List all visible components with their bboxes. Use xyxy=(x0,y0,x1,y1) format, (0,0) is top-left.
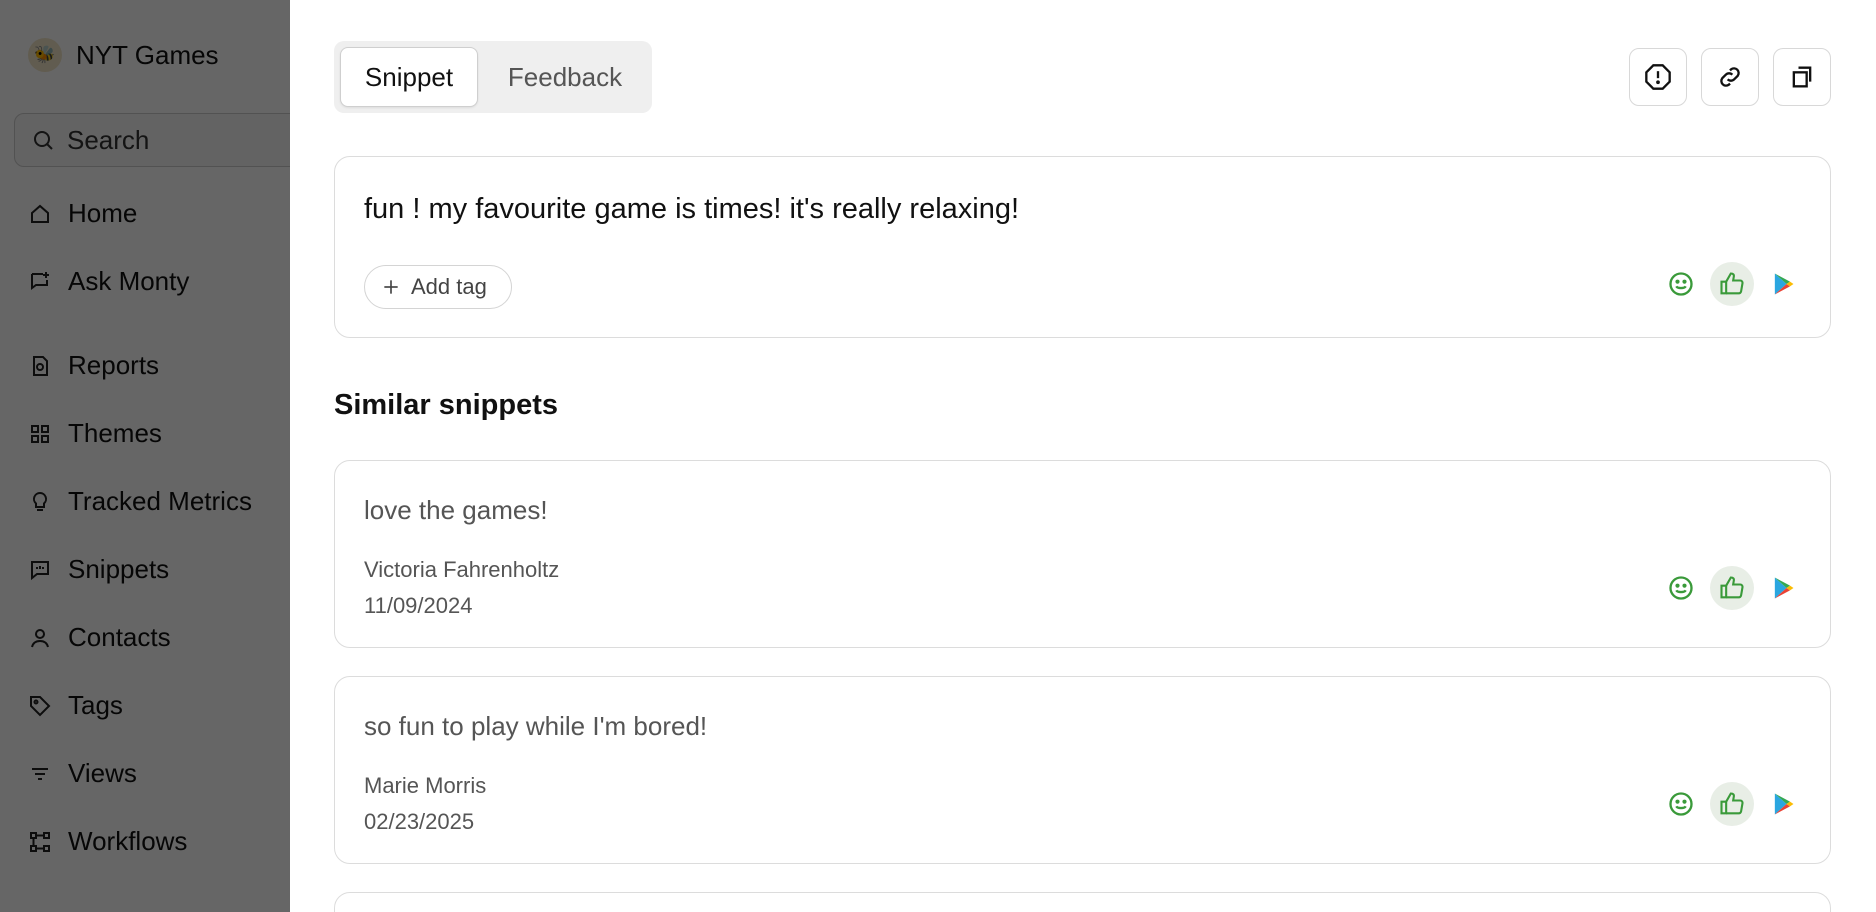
link-icon xyxy=(1720,67,1740,87)
snippet-indicators xyxy=(1660,566,1804,610)
sidebar-item-tracked-metrics[interactable]: Tracked Metrics xyxy=(28,486,252,517)
tab-feedback[interactable]: Feedback xyxy=(484,47,646,107)
add-tag-button[interactable]: Add tag xyxy=(364,265,512,309)
google-play-icon xyxy=(1762,567,1804,609)
report-issue-icon xyxy=(1645,64,1671,90)
search-icon xyxy=(34,131,53,150)
smiley-icon xyxy=(1660,263,1702,305)
sidebar-item-label: Themes xyxy=(68,418,162,448)
similar-snippet-card[interactable] xyxy=(334,892,1831,912)
report-issue-button[interactable] xyxy=(1629,48,1687,106)
sidebar-item-label: Views xyxy=(68,758,137,788)
thumbs-up-icon xyxy=(1710,782,1754,826)
report-icon xyxy=(33,355,48,376)
similar-snippet-date: 02/23/2025 xyxy=(364,809,475,834)
sidebar: 🐝 NYT Games Search Home Ask Monty Report… xyxy=(0,0,314,912)
workspace-name: NYT Games xyxy=(76,39,219,70)
similar-snippet-card[interactable]: so fun to play while I'm bored! Marie Mo… xyxy=(334,676,1831,864)
sidebar-item-workflows[interactable]: Workflows xyxy=(28,826,187,857)
similar-snippet-text: love the games! xyxy=(364,495,548,525)
google-play-icon xyxy=(1762,783,1804,825)
sidebar-item-reports[interactable]: Reports xyxy=(28,350,159,381)
similar-snippet-date: 11/09/2024 xyxy=(364,593,473,618)
copy-button[interactable] xyxy=(1773,48,1831,106)
grid-icon xyxy=(31,424,49,443)
tab-bar: Snippet Feedback xyxy=(334,41,652,113)
similar-snippet-author: Victoria Fahrenholtz xyxy=(364,557,560,582)
sidebar-item-label: Snippets xyxy=(68,554,170,584)
sidebar-item-label: Tags xyxy=(68,690,123,720)
snippet-detail-panel: Snippet Feedback fun ! my favourite game… xyxy=(290,0,1876,912)
sidebar-item-ask-monty[interactable]: Ask Monty xyxy=(28,266,189,297)
similar-snippet-text: so fun to play while I'm bored! xyxy=(364,711,708,741)
workflow-icon xyxy=(30,831,50,852)
sidebar-item-label: Reports xyxy=(68,350,160,380)
copy-link-button[interactable] xyxy=(1701,48,1759,106)
thumbs-up-icon xyxy=(1710,566,1754,610)
tag-icon xyxy=(30,695,51,716)
sidebar-item-label: Ask Monty xyxy=(68,266,190,296)
snippet-indicators xyxy=(1660,782,1804,826)
similar-snippet-card[interactable]: love the games! Victoria Fahrenholtz 11/… xyxy=(334,460,1831,648)
person-icon xyxy=(31,628,49,647)
sidebar-item-views[interactable]: Views xyxy=(28,758,137,789)
chat-plus-icon xyxy=(31,271,49,290)
sidebar-item-contacts[interactable]: Contacts xyxy=(28,622,171,653)
similar-snippets-heading: Similar snippets xyxy=(334,389,559,421)
sidebar-item-snippets[interactable]: Snippets xyxy=(28,554,169,585)
bee-icon: 🐝 xyxy=(28,38,62,72)
lightbulb-icon xyxy=(32,491,48,511)
sidebar-item-label: Contacts xyxy=(68,622,171,652)
search-input[interactable]: Search xyxy=(14,113,314,167)
sidebar-item-label: Home xyxy=(68,198,138,228)
similar-snippet-author: Marie Morris xyxy=(364,773,487,798)
snippet-card: fun ! my favourite game is times! it's r… xyxy=(334,156,1831,338)
add-tag-label: Add tag xyxy=(411,274,487,299)
tab-snippet[interactable]: Snippet xyxy=(340,47,478,107)
plus-icon xyxy=(384,280,398,294)
snippet-text: fun ! my favourite game is times! it's r… xyxy=(364,193,1020,225)
snippet-indicators xyxy=(1660,262,1804,306)
copy-icon xyxy=(1792,66,1812,88)
smiley-icon xyxy=(1660,567,1702,609)
message-icon xyxy=(31,560,49,580)
sidebar-item-label: Workflows xyxy=(68,826,188,856)
sidebar-item-tags[interactable]: Tags xyxy=(28,690,123,721)
home-icon xyxy=(31,204,49,223)
search-placeholder: Search xyxy=(67,124,150,155)
sidebar-item-home[interactable]: Home xyxy=(28,198,137,229)
thumbs-up-icon xyxy=(1710,262,1754,306)
filter-icon xyxy=(32,767,48,780)
smiley-icon xyxy=(1660,783,1702,825)
sidebar-item-themes[interactable]: Themes xyxy=(28,418,162,449)
google-play-icon xyxy=(1762,263,1804,305)
workspace-brand[interactable]: 🐝 NYT Games xyxy=(28,38,219,72)
sidebar-item-label: Tracked Metrics xyxy=(68,486,252,516)
